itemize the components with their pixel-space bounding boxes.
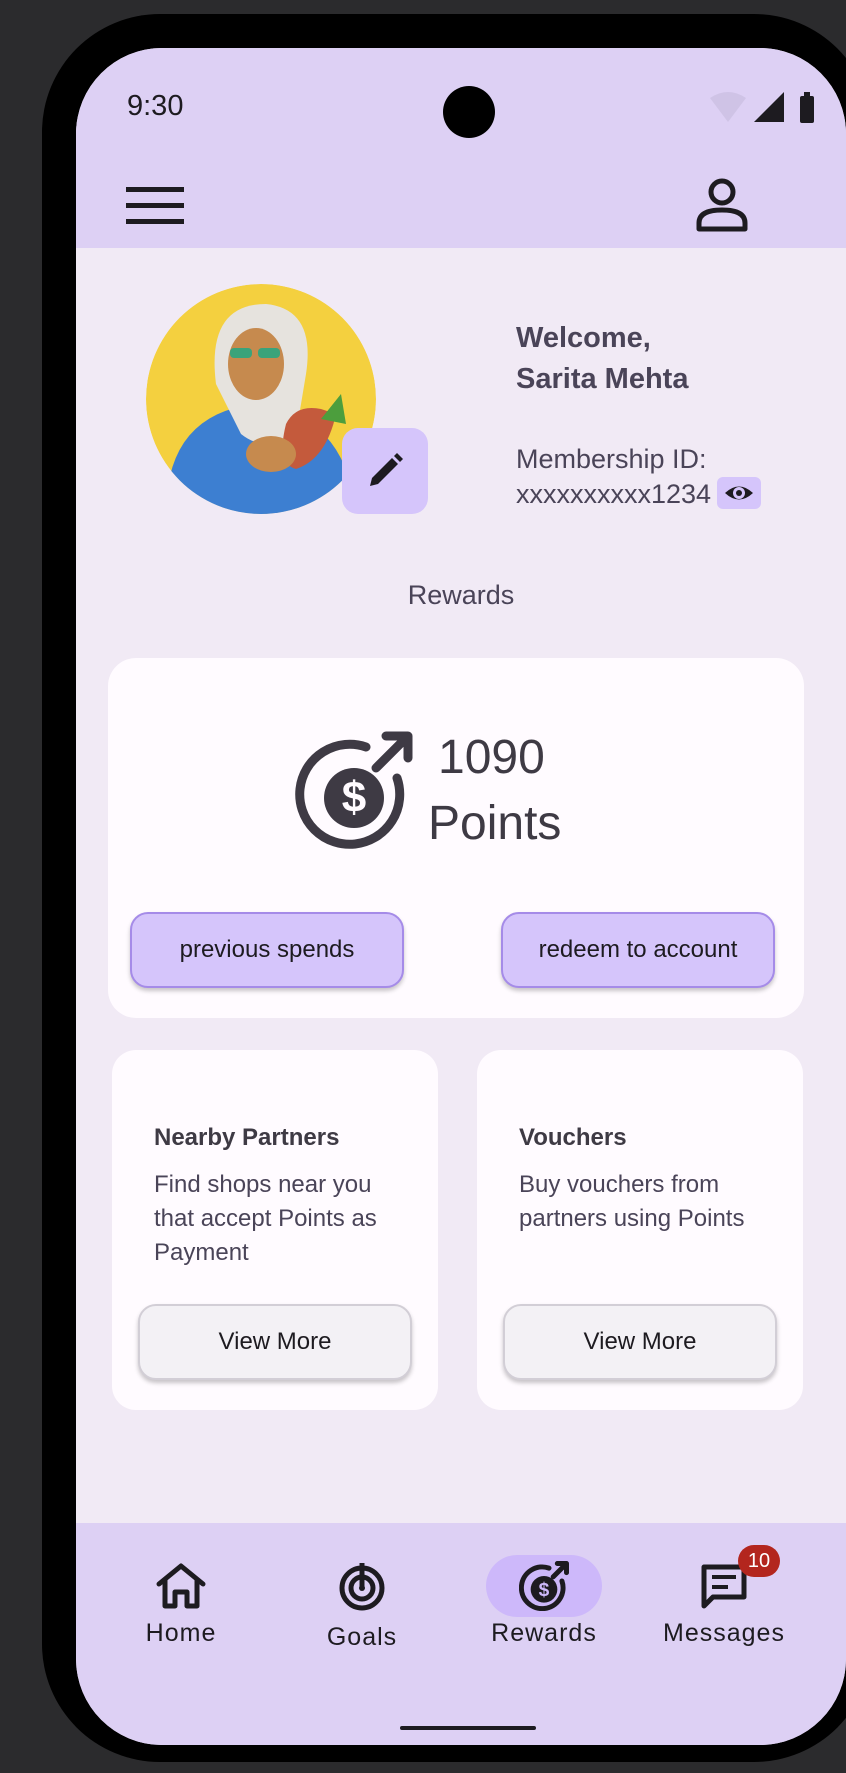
vouchers-view-more-button[interactable]: View More — [503, 1304, 777, 1380]
welcome-text: Welcome, Sarita Mehta — [516, 318, 688, 400]
membership-label: Membership ID: — [516, 444, 707, 474]
edit-avatar-button[interactable] — [342, 428, 428, 514]
nav-goals[interactable]: Goals — [272, 1523, 452, 1673]
pencil-icon — [370, 453, 403, 486]
membership-id: xxxxxxxxxx1234 — [516, 479, 712, 509]
card-description: Find shops near you that accept Points a… — [154, 1171, 377, 1266]
points-label: Points — [428, 797, 562, 850]
svg-text:$: $ — [539, 1580, 550, 1601]
points-value: 1090 — [438, 731, 545, 784]
person-icon — [696, 178, 748, 232]
nav-label: Rewards — [491, 1619, 597, 1647]
active-indicator: $ — [486, 1555, 602, 1617]
previous-spends-button[interactable]: previous spends — [130, 912, 404, 988]
points-card: $ 1090 Points previous spends redeem to … — [108, 658, 804, 1018]
nav-messages[interactable]: 10 Messages — [634, 1523, 814, 1673]
vouchers-card: Vouchers Buy vouchers from partners usin… — [477, 1050, 803, 1410]
rewards-icon: $ — [519, 1561, 569, 1611]
unread-count-badge: 10 — [738, 1545, 780, 1577]
hamburger-menu-icon — [126, 187, 184, 224]
nav-label: Goals — [326, 1623, 398, 1651]
wifi-icon — [710, 92, 746, 122]
gesture-home-indicator[interactable] — [400, 1726, 536, 1730]
card-title: Nearby Partners — [154, 1124, 340, 1151]
membership-info: Membership ID: xxxxxxxxxx1234 — [516, 442, 762, 512]
target-icon — [339, 1563, 385, 1611]
svg-text:$: $ — [342, 773, 366, 822]
toggle-id-visibility-button[interactable] — [717, 476, 762, 509]
nearby-partners-card: Nearby Partners Find shops near you that… — [112, 1050, 438, 1410]
eye-icon — [725, 486, 754, 500]
section-title: Rewards — [407, 580, 515, 610]
front-camera — [443, 86, 495, 138]
top-app-bar — [76, 158, 846, 248]
home-icon — [156, 1563, 206, 1609]
nav-label: Messages — [663, 1619, 785, 1647]
redeem-to-account-button[interactable]: redeem to account — [501, 912, 775, 988]
status-time: 9:30 — [127, 90, 184, 122]
signal-icon — [754, 92, 784, 122]
welcome-greeting: Welcome, — [516, 322, 651, 354]
account-button[interactable] — [689, 172, 755, 238]
user-name: Sarita Mehta — [516, 363, 689, 395]
card-description: Buy vouchers from partners using Points — [519, 1171, 745, 1232]
top-app-area: 9:30 — [76, 48, 846, 248]
nav-rewards[interactable]: $ Rewards — [454, 1523, 634, 1673]
system-status-icons — [710, 92, 814, 123]
battery-icon — [800, 96, 814, 123]
card-title: Vouchers — [519, 1124, 627, 1151]
nearby-partners-view-more-button[interactable]: View More — [138, 1304, 412, 1380]
nav-home[interactable]: Home — [91, 1523, 271, 1673]
nav-label: Home — [145, 1619, 217, 1647]
menu-button[interactable] — [122, 180, 188, 232]
screen: 9:30 Welcome, Sarita Mehta Membership ID… — [76, 48, 846, 1745]
bottom-navigation: Home Goals $ Rewards 10 Messages — [76, 1523, 846, 1745]
rewards-icon: $ — [295, 731, 413, 849]
